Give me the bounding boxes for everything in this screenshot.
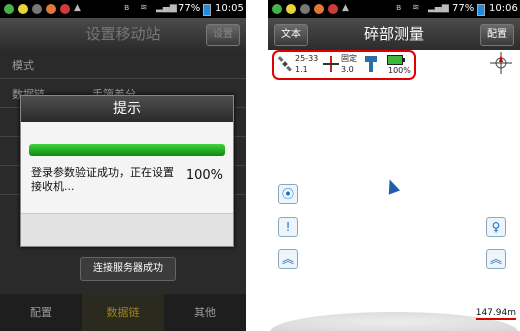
app-notification-icon bbox=[300, 4, 310, 14]
bluetooth-icon: ʙ bbox=[396, 3, 402, 13]
list-item[interactable]: 模式 bbox=[0, 50, 246, 79]
diff-age: 3.0 bbox=[341, 65, 354, 74]
waypoint-icon[interactable]: ♀ bbox=[486, 217, 506, 237]
battery-percent: 77% bbox=[452, 3, 475, 14]
double-chevron-up-icon[interactable]: ︽ bbox=[486, 249, 506, 269]
battery-icon bbox=[477, 4, 485, 16]
bottom-tab-bar: 配置 数据链 其他 bbox=[0, 294, 246, 331]
current-position-arrow-icon bbox=[383, 177, 401, 195]
warning-icon: ▲ bbox=[342, 3, 349, 13]
app-notification-icon bbox=[18, 4, 28, 14]
dialog-message: 登录参数验证成功，正在设置接收机... bbox=[31, 166, 174, 193]
double-chevron-up-icon[interactable]: ︽ bbox=[278, 249, 298, 269]
list-item-label: 模式 bbox=[12, 59, 34, 72]
wifi-icon: ≋ bbox=[412, 3, 420, 13]
wifi-icon: ≋ bbox=[140, 3, 148, 13]
config-button[interactable]: 配置 bbox=[480, 24, 514, 46]
map-scale: 147.94m bbox=[475, 308, 516, 320]
crosshair-icon bbox=[323, 56, 339, 72]
battery-icon bbox=[387, 55, 405, 65]
tab-other[interactable]: 其他 bbox=[164, 294, 246, 331]
dialog-title: 提示 bbox=[21, 96, 233, 122]
settings-button[interactable]: 设置 bbox=[206, 24, 240, 46]
app-notification-icon bbox=[32, 4, 42, 14]
bluetooth-icon: ʙ bbox=[124, 3, 130, 13]
title-bar: 文本 碎部测量 配置 bbox=[268, 18, 520, 50]
app-notification-icon bbox=[46, 4, 56, 14]
status-bar: ▲ ʙ ≋ ▂▄▆ 77% 10:06 bbox=[268, 0, 520, 18]
status-info-panel[interactable]: 25-33 1.1 固定 3.0 100% bbox=[272, 50, 416, 80]
compass-icon[interactable] bbox=[490, 52, 512, 74]
signal-icon: ▂▄▆ bbox=[156, 3, 177, 13]
app-notification-icon bbox=[286, 4, 296, 14]
app-notification-icon bbox=[328, 4, 338, 14]
title-bar: 设置移动站 设置 bbox=[0, 18, 246, 50]
app-notification-icon bbox=[4, 4, 14, 14]
signal-icon: ▂▄▆ bbox=[428, 3, 449, 13]
warning-icon: ▲ bbox=[74, 3, 81, 13]
satellite-icon bbox=[277, 56, 292, 72]
satellite-count: 25-33 bbox=[295, 54, 319, 63]
dialog-footer bbox=[21, 213, 233, 246]
receiver-battery: 100% bbox=[388, 66, 411, 75]
tab-datalink[interactable]: 数据链 bbox=[82, 294, 164, 331]
battery-icon bbox=[203, 4, 211, 16]
receiver-icon bbox=[365, 56, 377, 72]
tab-config[interactable]: 配置 bbox=[0, 294, 82, 331]
toast-message: 连接服务器成功 bbox=[80, 257, 176, 281]
progress-bar bbox=[29, 144, 225, 156]
status-bar: ▲ ʙ ≋ ▂▄▆ 77% 10:05 bbox=[0, 0, 246, 18]
right-phone-screen: ▲ ʙ ≋ ▂▄▆ 77% 10:06 文本 碎部测量 配置 25-33 1.1… bbox=[268, 0, 520, 331]
clock: 10:05 bbox=[215, 3, 244, 14]
pdop-value: 1.1 bbox=[295, 65, 308, 74]
location-pin-icon[interactable]: ⦿ bbox=[278, 184, 298, 204]
alert-flag-icon[interactable]: ! bbox=[278, 217, 298, 237]
clock: 10:06 bbox=[489, 3, 518, 14]
solution-status: 固定 bbox=[341, 54, 357, 63]
left-phone-screen: ▲ ʙ ≋ ▂▄▆ 77% 10:05 设置移动站 设置 模式 数据链 手簿差分… bbox=[0, 0, 246, 331]
progress-percent: 100% bbox=[185, 168, 223, 183]
app-notification-icon bbox=[272, 4, 282, 14]
app-notification-icon bbox=[314, 4, 324, 14]
progress-dialog: 提示 登录参数验证成功，正在设置接收机... 100% bbox=[20, 95, 234, 247]
battery-percent: 77% bbox=[178, 3, 201, 14]
app-notification-icon bbox=[60, 4, 70, 14]
progress-bar-fill bbox=[29, 144, 225, 156]
